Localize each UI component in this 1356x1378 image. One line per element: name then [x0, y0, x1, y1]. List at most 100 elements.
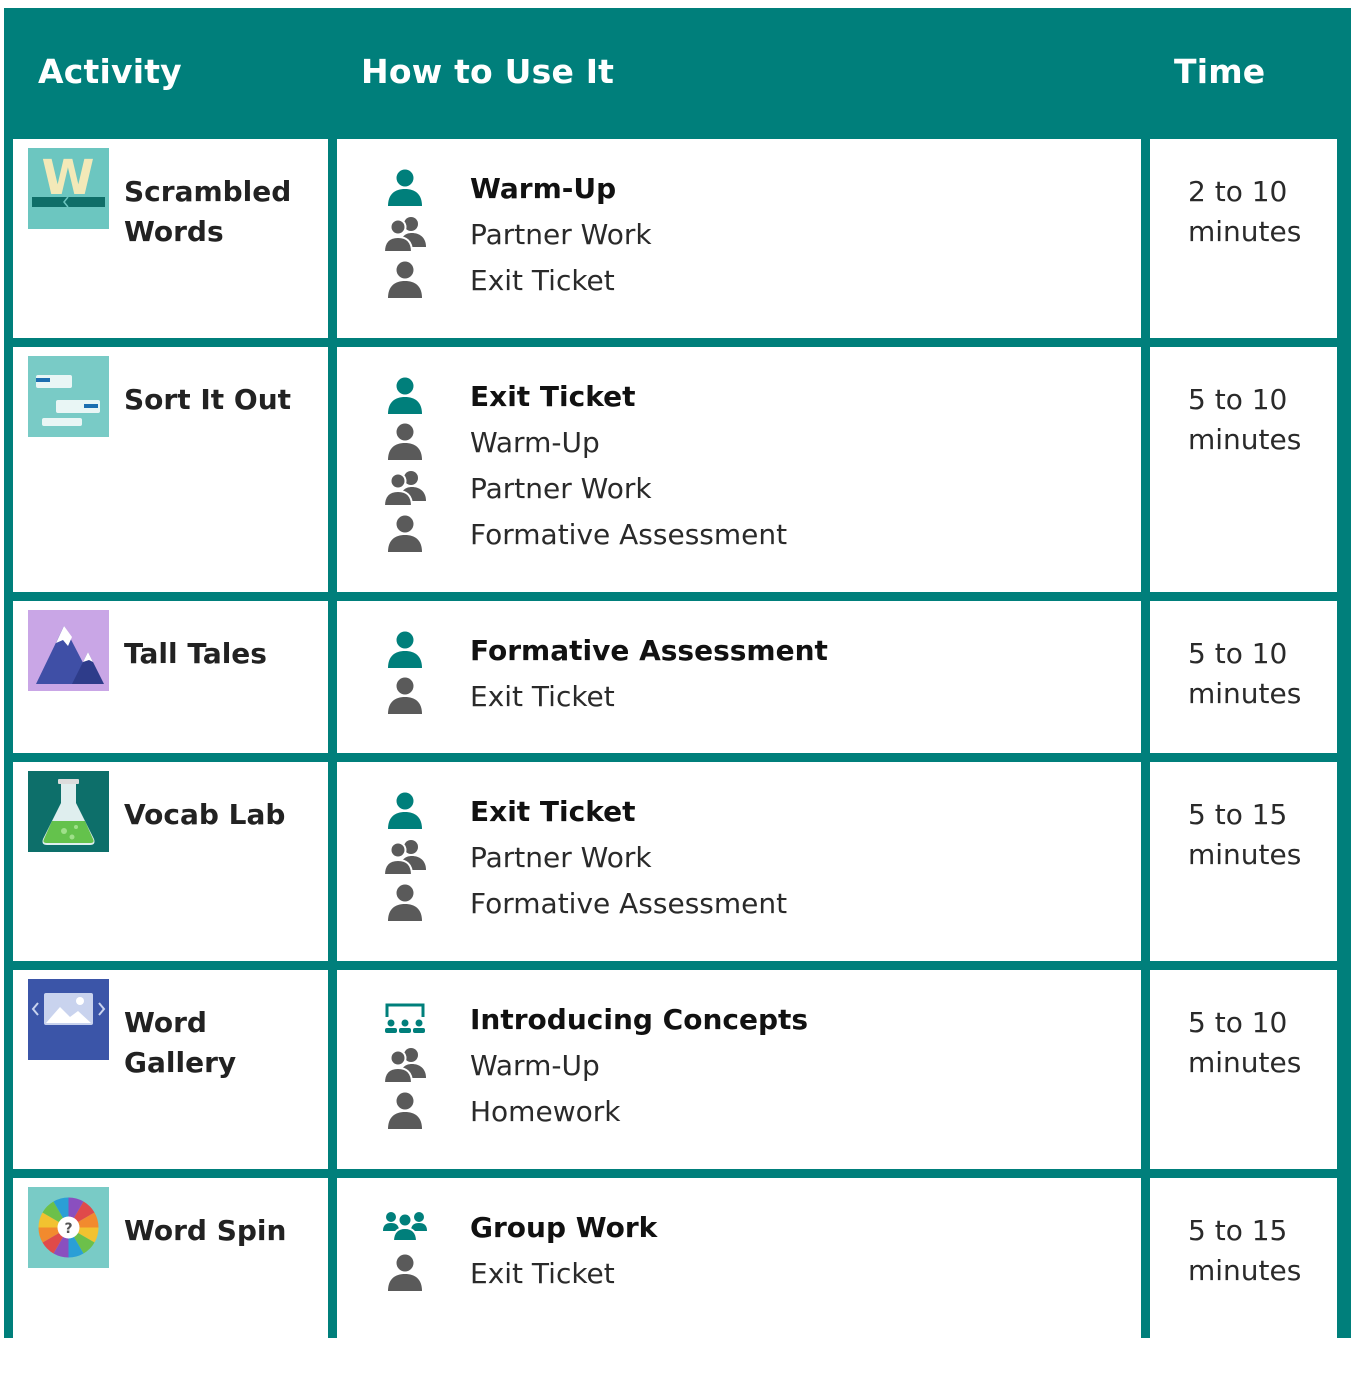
use-item: Warm-Up	[382, 1042, 808, 1088]
person-icon	[382, 1253, 428, 1293]
time-value: 5 to 15 minutes	[1188, 798, 1302, 871]
person-icon	[382, 422, 428, 462]
use-item: Exit Ticket	[382, 373, 787, 419]
use-label: Warm-Up	[470, 425, 600, 459]
use-label: Exit Ticket	[470, 379, 636, 413]
use-list: Formative Assessment Exit Ticket	[382, 627, 828, 719]
use-item: Formative Assessment	[382, 627, 828, 673]
activity-name: Scrambled Words	[124, 175, 292, 248]
word-spin-thumbnail: ?	[28, 1187, 109, 1268]
partner-icon	[382, 1045, 428, 1085]
classroom-icon	[382, 999, 428, 1039]
use-label: Partner Work	[470, 840, 652, 874]
activity-cell: Vocab Lab	[13, 762, 328, 961]
partner-icon	[382, 837, 428, 877]
time-cell: 5 to 15 minutes	[1150, 1178, 1337, 1378]
time-cell: 5 to 10 minutes	[1150, 347, 1337, 592]
header-time: Time	[1174, 52, 1266, 91]
time-cell: 2 to 10 minutes	[1150, 139, 1337, 338]
person-icon	[382, 883, 428, 923]
use-item: Partner Work	[382, 211, 652, 257]
activity-cell: W Scrambled Words	[13, 139, 328, 338]
use-label: Introducing Concepts	[470, 1002, 809, 1036]
activity-name: Tall Tales	[124, 637, 267, 670]
time-value: 2 to 10 minutes	[1188, 175, 1302, 248]
person-icon	[382, 791, 428, 831]
use-item: Homework	[382, 1088, 808, 1134]
time-value: 5 to 15 minutes	[1188, 1214, 1302, 1287]
activity-name: Vocab Lab	[124, 798, 286, 831]
partner-icon	[382, 214, 428, 254]
use-item: Formative Assessment	[382, 880, 787, 926]
person-icon	[382, 676, 428, 716]
header-how-to-use: How to Use It	[361, 52, 615, 91]
table-frame: Activity How to Use It Time W Scrambled …	[4, 8, 1351, 1378]
how-to-use-cell: Exit Ticket Warm-Up Partner Work Formati…	[337, 347, 1141, 592]
use-item: Partner Work	[382, 465, 787, 511]
use-label: Group Work	[470, 1210, 658, 1244]
how-to-use-cell: Warm-Up Partner Work Exit Ticket	[337, 139, 1141, 338]
activity-table: Activity How to Use It Time W Scrambled …	[0, 0, 1356, 1378]
use-item: Warm-Up	[382, 165, 652, 211]
use-item: Group Work	[382, 1204, 657, 1250]
use-item: Introducing Concepts	[382, 996, 808, 1042]
how-to-use-cell: Introducing Concepts Warm-Up Homework	[337, 970, 1141, 1169]
svg-text:?: ?	[64, 1221, 72, 1237]
header-activity: Activity	[38, 52, 182, 91]
use-label: Formative Assessment	[470, 517, 788, 551]
person-icon	[382, 514, 428, 554]
table-header: Activity How to Use It Time	[4, 8, 1351, 138]
time-cell: 5 to 10 minutes	[1150, 601, 1337, 753]
activity-cell: Sort It Out	[13, 347, 328, 592]
use-list: Exit Ticket Warm-Up Partner Work Formati…	[382, 373, 787, 557]
use-label: Warm-Up	[470, 1048, 600, 1082]
use-item: Warm-Up	[382, 419, 787, 465]
use-list: Warm-Up Partner Work Exit Ticket	[382, 165, 652, 303]
use-item: Exit Ticket	[382, 788, 787, 834]
use-label: Formative Assessment	[470, 886, 788, 920]
use-list: Exit Ticket Partner Work Formative Asses…	[382, 788, 787, 926]
person-icon	[382, 168, 428, 208]
use-label: Homework	[470, 1094, 621, 1128]
person-icon	[382, 376, 428, 416]
use-item: Partner Work	[382, 834, 787, 880]
time-value: 5 to 10 minutes	[1188, 637, 1302, 710]
vocab-lab-thumbnail	[28, 771, 109, 852]
person-icon	[382, 1091, 428, 1131]
partner-icon	[382, 468, 428, 508]
person-icon	[382, 260, 428, 300]
activity-name: Word Spin	[124, 1214, 287, 1247]
how-to-use-cell: Formative Assessment Exit Ticket	[337, 601, 1141, 753]
time-cell: 5 to 15 minutes	[1150, 762, 1337, 961]
time-value: 5 to 10 minutes	[1188, 383, 1302, 456]
use-label: Exit Ticket	[470, 1256, 615, 1290]
use-label: Partner Work	[470, 471, 652, 505]
how-to-use-cell: Group Work Exit Ticket	[337, 1178, 1141, 1378]
use-item: Formative Assessment	[382, 511, 787, 557]
use-label: Exit Ticket	[470, 679, 615, 713]
activity-cell: Word Gallery	[13, 970, 328, 1169]
activity-cell: ? Word Spin	[13, 1178, 328, 1378]
word-gallery-thumbnail	[28, 979, 109, 1060]
activity-cell: Tall Tales	[13, 601, 328, 753]
group-icon	[382, 1207, 428, 1247]
scrambled-words-thumbnail: W	[28, 148, 109, 229]
activity-name: Sort It Out	[124, 383, 292, 416]
how-to-use-cell: Exit Ticket Partner Work Formative Asses…	[337, 762, 1141, 961]
use-label: Formative Assessment	[470, 633, 828, 667]
person-icon	[382, 630, 428, 670]
use-label: Warm-Up	[470, 171, 617, 205]
use-item: Exit Ticket	[382, 673, 828, 719]
sort-it-out-thumbnail	[28, 356, 109, 437]
activity-name: Word Gallery	[124, 1006, 237, 1079]
tall-tales-thumbnail	[28, 610, 109, 691]
use-item: Exit Ticket	[382, 1250, 657, 1296]
use-list: Group Work Exit Ticket	[382, 1204, 657, 1296]
use-list: Introducing Concepts Warm-Up Homework	[382, 996, 808, 1134]
use-label: Exit Ticket	[470, 794, 636, 828]
use-label: Partner Work	[470, 217, 652, 251]
time-cell: 5 to 10 minutes	[1150, 970, 1337, 1169]
use-label: Exit Ticket	[470, 263, 615, 297]
use-item: Exit Ticket	[382, 257, 652, 303]
time-value: 5 to 10 minutes	[1188, 1006, 1302, 1079]
